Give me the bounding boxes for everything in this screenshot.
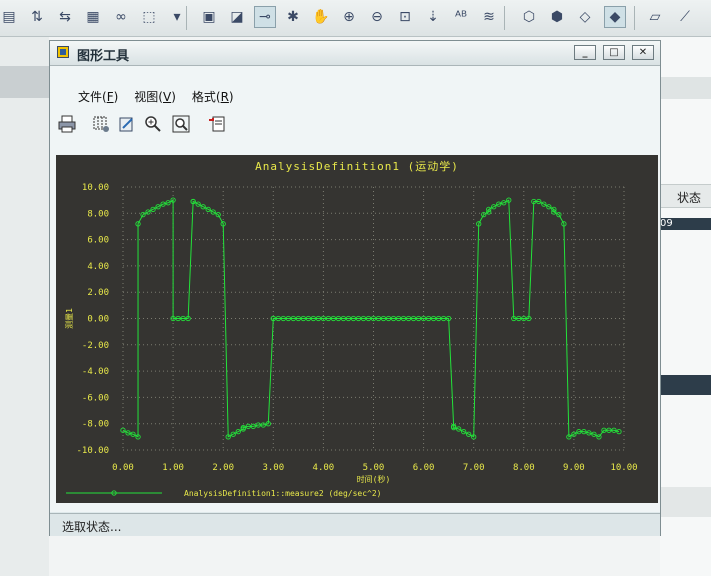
- main-toolbar: ▤ ⇅ ⇆ ▦ ∞ ⬚ ▾ ▣ ◪ ⊸ ✱ ✋ ⊕ ⊖ ⊡ ⇣ ᴬᴮ ≋ ⬡ ⬢ ◇ ◆ ▱ ⟋: [0, 0, 711, 37]
- y-tick-label: -8.00: [82, 420, 109, 430]
- y-tick-label: 6.00: [87, 236, 109, 246]
- zoom-out-icon[interactable]: ⊖: [366, 6, 388, 28]
- x-tick-label: 0.00: [112, 463, 134, 473]
- dialog-menubar: 文件(F) 视图(V) 格式(R): [78, 88, 234, 105]
- menu-view-close: ): [171, 90, 176, 104]
- graph-plot-area[interactable]: 0.00 1.00 2.00 3.00 4.00 5.00 6.00 7.00 8.00 9.00…: [56, 155, 658, 503]
- toolbar-separator: [634, 6, 635, 30]
- status-column-header[interactable]: 状态: [660, 184, 711, 208]
- datum-axis-icon[interactable]: ⟋: [674, 6, 696, 28]
- annotation-icon[interactable]: ᴬᴮ: [450, 6, 472, 28]
- zoom-in-icon[interactable]: [142, 113, 164, 135]
- right-panel-strip: [660, 77, 711, 99]
- refit-icon[interactable]: [170, 113, 192, 135]
- menu-file-key: F: [106, 90, 114, 104]
- y-tick-label: -4.00: [82, 367, 109, 377]
- x-tick-label: 7.00: [463, 463, 485, 473]
- right-panel-footer: [660, 487, 711, 517]
- menu-format-close: ): [228, 90, 234, 104]
- reorient-icon[interactable]: ⇣: [422, 6, 444, 28]
- spin-center-icon[interactable]: ✱: [282, 6, 304, 28]
- datum-point-icon[interactable]: ⊸: [254, 6, 276, 28]
- x-tick-label: 1.00: [162, 463, 184, 473]
- menu-file-label: 文件(: [78, 90, 107, 104]
- x-tick-label: 6.00: [413, 463, 435, 473]
- export-icon[interactable]: [206, 113, 228, 135]
- wireframe-icon[interactable]: ⬡: [518, 6, 540, 28]
- y-tick-label: -10.00: [76, 446, 109, 456]
- left-panel: [0, 37, 49, 576]
- y-axis-label: 测量1: [65, 308, 74, 329]
- toolbar-separator: [186, 6, 187, 30]
- y-tick-label: 0.00: [87, 315, 109, 325]
- hidden-line-icon[interactable]: ⬢: [546, 6, 568, 28]
- shaded-icon[interactable]: ◆: [604, 6, 626, 28]
- chevron-down-icon[interactable]: ▾: [166, 6, 188, 28]
- refit-icon[interactable]: ⊡: [394, 6, 416, 28]
- dialog-title: 图形工具: [77, 49, 130, 64]
- menu-file-close: ): [113, 90, 119, 104]
- dialog-titlebar[interactable]: 图形工具 _ □ ✕: [50, 41, 660, 66]
- edit-graph-icon[interactable]: [116, 113, 138, 135]
- legend-label: AnalysisDefinition1::measure2 (deg/sec^2…: [184, 489, 381, 498]
- binoculars-icon[interactable]: ∞: [110, 6, 132, 28]
- pan-hand-icon[interactable]: ✋: [310, 6, 332, 28]
- status-text: 选取状态...: [62, 520, 122, 534]
- menu-view-key: V: [162, 90, 172, 104]
- datum-plane-icon[interactable]: ▱: [644, 6, 666, 28]
- layers-icon[interactable]: ▤: [0, 6, 20, 28]
- status-cell[interactable]: 09: [660, 218, 711, 230]
- graph-tool-dialog: 图形工具 _ □ ✕ 文件(F) 视图(V) 格式(R) 0.00 1.00 2…: [49, 40, 661, 536]
- maximize-button[interactable]: □: [603, 45, 625, 60]
- menu-view[interactable]: 视图(V): [134, 88, 176, 105]
- minimize-button[interactable]: _: [574, 45, 596, 60]
- left-panel-band: [0, 66, 49, 98]
- saved-view-icon[interactable]: ▣: [198, 6, 220, 28]
- select-box-icon[interactable]: ⬚: [138, 6, 160, 28]
- x-tick-label: 10.00: [610, 463, 637, 473]
- y-tick-label: 2.00: [87, 288, 109, 298]
- edit-view-icon[interactable]: ◪: [226, 6, 248, 28]
- y-tick-label: 8.00: [87, 209, 109, 219]
- print-icon[interactable]: [56, 113, 78, 135]
- graph-chart: 0.00 1.00 2.00 3.00 4.00 5.00 6.00 7.00 8.00 9.00…: [65, 159, 638, 498]
- y-tick-label: -2.00: [82, 341, 109, 351]
- menu-format-label: 格式(: [191, 90, 221, 104]
- right-panel-selected-row[interactable]: [660, 375, 711, 395]
- x-tick-label: 5.00: [363, 463, 385, 473]
- x-tick-label: 2.00: [212, 463, 234, 473]
- status-column-label: 状态: [677, 191, 702, 205]
- regen-icon[interactable]: ⇅: [26, 6, 48, 28]
- menu-format[interactable]: 格式(R): [192, 88, 234, 105]
- x-tick-label: 3.00: [262, 463, 284, 473]
- x-axis-label: 时间(秒): [357, 474, 391, 484]
- menu-file[interactable]: 文件(F): [78, 88, 118, 105]
- right-panel: 状态 09: [660, 37, 711, 576]
- dialog-statusbar: 选取状态...: [50, 513, 660, 536]
- no-hidden-icon[interactable]: ◇: [574, 6, 596, 28]
- x-tick-label: 4.00: [313, 463, 335, 473]
- grid-format-icon[interactable]: [90, 113, 112, 135]
- menu-view-label: 视图(: [134, 90, 163, 104]
- close-button[interactable]: ✕: [632, 45, 654, 60]
- regen-list-icon[interactable]: ⇆: [54, 6, 76, 28]
- x-tick-label: 8.00: [513, 463, 535, 473]
- dialog-app-icon: [57, 46, 69, 58]
- x-tick-label: 9.00: [563, 463, 585, 473]
- layers-stack-icon[interactable]: ≋: [478, 6, 500, 28]
- menu-format-key: R: [220, 90, 229, 104]
- chart-title: AnalysisDefinition1 (运动学): [255, 159, 459, 173]
- dialog-body: 文件(F) 视图(V) 格式(R) 0.00 1.00 2.00 3.00 4.…: [50, 66, 660, 512]
- toolbar-separator: [504, 6, 505, 30]
- y-tick-label: 10.00: [82, 183, 109, 193]
- y-tick-label: 4.00: [87, 262, 109, 272]
- y-tick-label: -6.00: [82, 393, 109, 403]
- grid-icon[interactable]: ▦: [82, 6, 104, 28]
- zoom-in-icon[interactable]: ⊕: [338, 6, 360, 28]
